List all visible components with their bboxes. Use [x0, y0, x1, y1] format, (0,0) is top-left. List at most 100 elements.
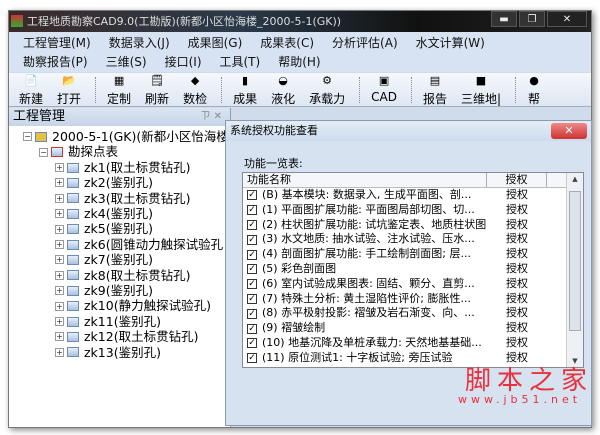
- tree-item[interactable]: + zk12(取土标贯钻孔): [23, 329, 230, 344]
- toolbar-button[interactable]: ● 帮: [527, 74, 541, 106]
- checkbox[interactable]: ✓: [247, 205, 257, 216]
- toolbar-icon: 🗒: [150, 74, 165, 87]
- tree-item[interactable]: + zk8(取土标贯钻孔): [23, 268, 230, 283]
- checkbox[interactable]: ✓: [247, 293, 257, 304]
- toolbar-button[interactable]: 📄 新建: [19, 74, 43, 106]
- expand-icon[interactable]: +: [55, 301, 64, 311]
- list-row[interactable]: ✓ (5) 彩色剖面图 授权: [243, 262, 583, 277]
- checkbox[interactable]: ✓: [247, 219, 257, 230]
- checkbox[interactable]: ✓: [247, 190, 257, 201]
- collapse-icon[interactable]: −: [23, 132, 32, 142]
- expand-icon[interactable]: +: [55, 286, 64, 296]
- toolbar-button[interactable]: ▦ 定制: [107, 74, 131, 106]
- toolbar-button[interactable]: ⚙ 承载力: [309, 74, 345, 106]
- dialog-close-button[interactable]: ✕: [551, 123, 587, 139]
- feature-name-cell: ✓ (4) 剖面图扩展功能: 手工绘制剖面图; 层...: [243, 247, 487, 262]
- menu-item[interactable]: 接口(I): [165, 53, 202, 72]
- watermark-url: www.jb51.net: [458, 393, 582, 406]
- list-row[interactable]: ✓ (1) 平面图扩展功能: 平面图局部切图、切... 授权: [243, 203, 583, 218]
- list-row[interactable]: ✓ (7) 特殊土分析: 黄土湿陷性评价; 膨胀性... 授权: [243, 292, 583, 307]
- list-row[interactable]: ✓ (8) 赤平极射投影: 褶皱及岩石渐变、向、... 授权: [243, 306, 583, 321]
- expand-icon[interactable]: +: [55, 332, 64, 342]
- expand-icon[interactable]: +: [55, 347, 64, 357]
- checkbox[interactable]: ✓: [247, 279, 257, 290]
- tree-item[interactable]: + zk11(鉴别孔): [23, 314, 230, 329]
- expand-icon[interactable]: +: [55, 317, 64, 327]
- tree-item[interactable]: + zk3(取土标贯钻孔): [23, 191, 230, 206]
- toolbar-button[interactable]: 🗒 刷新: [145, 74, 169, 106]
- toolbar-button[interactable]: ◆ 数检: [183, 74, 207, 106]
- table-icon: [51, 147, 63, 158]
- toolbar-button[interactable]: ▤ 报告: [423, 74, 447, 106]
- list-row[interactable]: ✓ (2) 柱状图扩展功能: 试坑鉴定表、地质柱状图 授权: [243, 218, 583, 233]
- column-header-name[interactable]: 功能名称: [243, 173, 487, 187]
- vertical-scrollbar[interactable]: ▲ ▼: [566, 173, 583, 367]
- menu-item[interactable]: 成果表(C): [260, 34, 314, 53]
- toolbar-label: CAD: [371, 90, 397, 104]
- auth-cell: 授权: [506, 335, 528, 349]
- menu-item[interactable]: 工程管理(M): [23, 34, 91, 53]
- checkbox[interactable]: ✓: [247, 234, 257, 245]
- menu-item[interactable]: 勘察报告(P): [23, 53, 88, 72]
- menu-item[interactable]: 工具(T): [220, 53, 261, 72]
- menu-item[interactable]: 成果图(G): [188, 34, 243, 53]
- toolbar-button[interactable]: ■ 三维地|: [461, 74, 501, 106]
- tree-item[interactable]: + zk9(鉴别孔): [23, 283, 230, 298]
- list-row[interactable]: ✓ (6) 室内试验成果图表: 固结、颗分、直剪... 授权: [243, 277, 583, 292]
- tree-root[interactable]: −2000-5-1(GK)(新都小区怡海楼: [23, 129, 230, 144]
- pane-pin-close-buttons[interactable]: ㄗ ✕: [200, 108, 222, 126]
- list-row[interactable]: ✓ (3) 水文地质: 抽水试验、注水试验、压水... 授权: [243, 232, 583, 247]
- column-header-auth[interactable]: 授权: [487, 173, 547, 187]
- tree-item[interactable]: + zk6(圆锥动力触探试验孔: [23, 237, 230, 252]
- collapse-icon[interactable]: −: [39, 147, 48, 157]
- expand-icon[interactable]: +: [55, 224, 64, 234]
- checkbox[interactable]: ✓: [247, 249, 257, 260]
- close-button[interactable]: ✕: [547, 11, 587, 27]
- expand-icon[interactable]: +: [55, 193, 64, 203]
- expand-icon[interactable]: +: [55, 270, 64, 280]
- checkbox[interactable]: ✓: [247, 353, 257, 364]
- feature-name: (5) 彩色剖面图: [262, 261, 337, 275]
- menu-item[interactable]: 数据录入(J): [109, 34, 170, 53]
- tree-item[interactable]: + zk4(鉴别孔): [23, 206, 230, 221]
- list-row[interactable]: ✓ (B) 基本模块: 数据录入, 生成平面图、剖... 授权: [243, 188, 583, 203]
- tree-item[interactable]: + zk1(取土标贯钻孔): [23, 160, 230, 175]
- toolbar-button[interactable]: ▮ 成果: [233, 74, 257, 106]
- tree-item[interactable]: + zk2(鉴别孔): [23, 175, 230, 190]
- tree-item[interactable]: + zk10(静力触探试验孔): [23, 298, 230, 313]
- tree-group[interactable]: − 勘探点表: [23, 144, 230, 159]
- tree-item[interactable]: + zk7(鉴别孔): [23, 252, 230, 267]
- menu-item[interactable]: 帮助(H): [278, 53, 320, 72]
- pane-title: 工程管理: [13, 109, 66, 124]
- menu-item[interactable]: 三维(S): [106, 53, 147, 72]
- toolbar-label: 报告: [422, 92, 447, 106]
- expand-icon[interactable]: +: [55, 178, 64, 188]
- toolbar-button[interactable]: ◒ 液化: [271, 74, 295, 106]
- minimize-button[interactable]: ▬: [491, 11, 517, 27]
- expand-icon[interactable]: +: [55, 163, 64, 173]
- scroll-up-icon[interactable]: ▲: [567, 175, 583, 183]
- checkbox[interactable]: ✓: [247, 264, 257, 275]
- list-row[interactable]: ✓ (9) 褶皱绘制 授权: [243, 321, 583, 336]
- toolbar-button[interactable]: 📂 打开: [57, 74, 81, 106]
- checkbox[interactable]: ✓: [247, 338, 257, 349]
- tree-item[interactable]: + zk5(鉴别孔): [23, 221, 230, 236]
- checkbox[interactable]: ✓: [247, 308, 257, 319]
- menu-item[interactable]: 水文计算(W): [416, 34, 485, 53]
- project-tree: −2000-5-1(GK)(新都小区怡海楼 − 勘探点表 + zk1(取土标贯钻孔)…: [9, 126, 230, 381]
- scroll-thumb[interactable]: [569, 191, 581, 331]
- list-row[interactable]: ✓ (4) 剖面图扩展功能: 手工绘制剖面图; 层... 授权: [243, 247, 583, 262]
- auth-cell: 授权: [506, 188, 528, 201]
- checkbox[interactable]: ✓: [247, 323, 257, 334]
- tree-item[interactable]: + zk13(鉴别孔): [23, 345, 230, 360]
- expand-icon[interactable]: +: [55, 240, 64, 250]
- tree-item-label: zk5(鉴别孔): [84, 221, 154, 237]
- maximize-button[interactable]: ❐: [519, 11, 545, 27]
- expand-icon[interactable]: +: [55, 209, 64, 219]
- expand-icon[interactable]: +: [55, 255, 64, 265]
- toolbar-button[interactable]: ▣ CAD: [371, 74, 397, 106]
- menu-item[interactable]: 分析评估(A): [332, 34, 398, 53]
- auth-cell: 授权: [506, 202, 528, 216]
- feature-list[interactable]: 功能名称 授权 ✓ (B) 基本模块: 数据录入, 生成平面图、剖... 授权 ✓ (1)…: [242, 172, 584, 368]
- list-row[interactable]: ✓ (10) 地基沉降及单桩承载力: 天然地基基础... 授权: [243, 336, 583, 351]
